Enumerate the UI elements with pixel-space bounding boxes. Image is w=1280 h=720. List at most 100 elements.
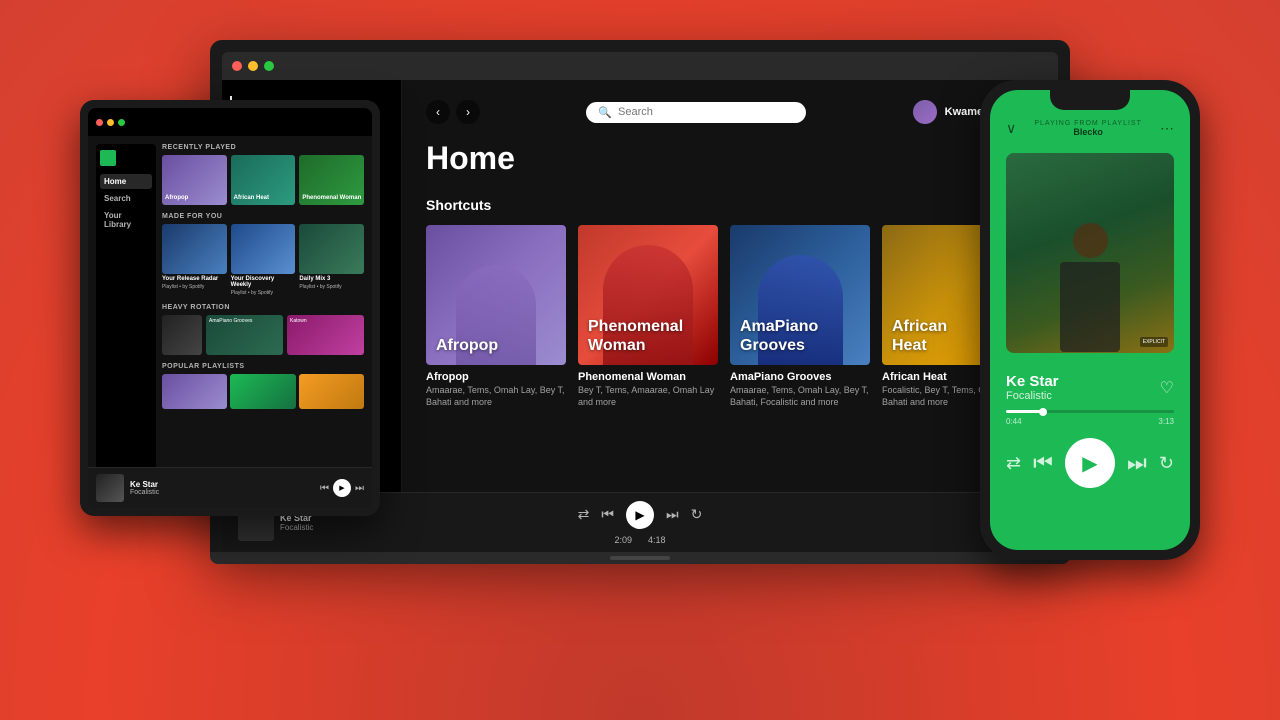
card-subtitle-amapiano: Amaarae, Tems, Omah Lay, Bey T, Bahati, … bbox=[730, 385, 870, 408]
phone-next-button[interactable]: ⏭ bbox=[1127, 450, 1147, 476]
phone-controls: ⇄ ⏮ ▶ ⏭ ↻ bbox=[990, 426, 1190, 500]
tablet-nav-search[interactable]: Search bbox=[100, 191, 152, 206]
cards-grid: Afropop Afropop Amaarae, Tems, Omah Lay,… bbox=[426, 225, 1034, 408]
card-amapiano[interactable]: AmaPianoGrooves AmaPiano Grooves Amaarae… bbox=[730, 225, 870, 408]
tablet-card-label-phenomenal: Phenomenal Woman bbox=[302, 195, 361, 202]
prev-button[interactable]: ⏮ bbox=[601, 506, 614, 523]
card-title-amapiano: AmaPiano Grooves bbox=[730, 371, 870, 383]
phone-playlist-label: Blecko bbox=[1034, 127, 1142, 137]
tablet-hr-amapiano[interactable]: AmaPiano Grooves bbox=[206, 315, 283, 355]
total-time: 4:18 bbox=[648, 535, 666, 545]
scene: Home Browse Radio YOUR LIBRARY ‹ › bbox=[50, 20, 1230, 700]
phone-album-art: EXPLICIT bbox=[1006, 153, 1174, 353]
tablet-play-button[interactable]: ▶ bbox=[333, 479, 351, 497]
tablet-player: Ke Star Focalistic ⏮ ▶ ⏭ bbox=[88, 467, 372, 508]
tablet-made-for-you-title: Made for You bbox=[162, 213, 364, 220]
page-title: Home bbox=[426, 140, 1034, 177]
tablet-pop-2[interactable] bbox=[230, 374, 295, 409]
search-bar: 🔍 bbox=[586, 102, 806, 123]
tablet-prev-icon[interactable]: ⏮ bbox=[320, 483, 329, 494]
card-subtitle-phenomenal: Bey T, Tems, Amaarae, Omah Lay and more bbox=[578, 385, 718, 408]
back-button[interactable]: ‹ bbox=[426, 100, 450, 124]
card-overlay-amapiano: AmaPianoGrooves bbox=[740, 317, 818, 355]
play-button[interactable]: ▶ bbox=[626, 501, 654, 529]
main-content: ‹ › 🔍 Kwame Ikenye bbox=[402, 80, 1058, 492]
tablet-popular-playlists: Popular playlists bbox=[162, 363, 364, 370]
tablet-mfy-card-1[interactable]: Your Release Radar Playlist • by Spotify bbox=[162, 224, 227, 296]
phone-progress-bar[interactable] bbox=[1006, 410, 1174, 413]
tablet-device: Home Search Your Library Recently played… bbox=[80, 100, 380, 516]
tablet-mfy-sub-1: Playlist • by Spotify bbox=[162, 284, 227, 290]
tablet-nav-library[interactable]: Your Library bbox=[100, 208, 152, 232]
tablet-maximize[interactable] bbox=[118, 119, 125, 126]
minimize-button[interactable] bbox=[248, 61, 258, 71]
tablet-pop-1[interactable] bbox=[162, 374, 227, 409]
tablet-nav-home[interactable]: Home bbox=[100, 174, 152, 189]
now-playing-artist: Focalistic bbox=[280, 523, 313, 532]
search-input[interactable] bbox=[618, 106, 794, 118]
card-overlay-african: AfricanHeat bbox=[892, 317, 947, 355]
tablet-player-controls: ⏮ ▶ ⏭ bbox=[320, 479, 364, 497]
tablet-mfy-label-1: Your Release Radar bbox=[162, 276, 227, 282]
avatar bbox=[913, 100, 937, 124]
tablet-card-phenomenal[interactable]: Phenomenal Woman bbox=[299, 155, 364, 205]
album-sticker: EXPLICIT bbox=[1140, 337, 1168, 347]
tablet-player-artist: Focalistic bbox=[130, 489, 314, 496]
card-afropop[interactable]: Afropop Afropop Amaarae, Tems, Omah Lay,… bbox=[426, 225, 566, 408]
phone-progress-area: 0:44 3:13 bbox=[990, 410, 1190, 426]
tablet-player-art bbox=[96, 474, 124, 502]
tablet-heavy-rotation-title: Heavy rotation bbox=[162, 304, 364, 311]
phone-device: ∨ PLAYING FROM PLAYLIST Blecko ⋯ bbox=[980, 80, 1200, 560]
card-title-phenomenal: Phenomenal Woman bbox=[578, 371, 718, 383]
tablet-mfy-sub-3: Playlist • by Spotify bbox=[299, 284, 364, 290]
tablet-minimize[interactable] bbox=[107, 119, 114, 126]
tablet-pop-3[interactable] bbox=[299, 374, 364, 409]
next-button[interactable]: ⏭ bbox=[666, 506, 679, 523]
tablet-logo bbox=[100, 150, 116, 166]
forward-button[interactable]: › bbox=[456, 100, 480, 124]
nav-buttons: ‹ › bbox=[426, 100, 480, 124]
current-time: 2:09 bbox=[614, 535, 632, 545]
tablet-card-afropop[interactable]: Afropop bbox=[162, 155, 227, 205]
tablet-mfy-card-3[interactable]: Daily Mix 3 Playlist • by Spotify bbox=[299, 224, 364, 296]
tablet-hr-player[interactable] bbox=[162, 315, 202, 355]
tablet-mfy-label-3: Daily Mix 3 bbox=[299, 276, 364, 282]
phone-play-button[interactable]: ▶ bbox=[1065, 438, 1115, 488]
tablet-card-label-african: African Heat bbox=[234, 195, 269, 202]
phone-current-time: 0:44 bbox=[1006, 417, 1022, 426]
shortcuts-title: Shortcuts bbox=[426, 197, 1034, 213]
tablet-hr-katown[interactable]: Katown bbox=[287, 315, 364, 355]
phone-repeat-button[interactable]: ↻ bbox=[1159, 453, 1174, 474]
titlebar bbox=[222, 52, 1058, 80]
phone-track-info: Ke Star Focalistic ♡ bbox=[990, 361, 1190, 410]
tablet-mfy-card-2[interactable]: Your Discovery Weekly Playlist • by Spot… bbox=[231, 224, 296, 296]
tablet-close[interactable] bbox=[96, 119, 103, 126]
phone-heart-icon[interactable]: ♡ bbox=[1160, 378, 1174, 398]
tablet-card-african[interactable]: African Heat bbox=[231, 155, 296, 205]
phone-track-title: Ke Star bbox=[1006, 373, 1059, 390]
maximize-button[interactable] bbox=[264, 61, 274, 71]
tablet-player-title: Ke Star bbox=[130, 480, 314, 489]
search-icon: 🔍 bbox=[598, 106, 612, 119]
tablet-sidebar: Home Search Your Library bbox=[96, 144, 156, 500]
shuffle-button[interactable]: ⇄ bbox=[578, 506, 590, 523]
card-phenomenal[interactable]: PhenomenalWoman Phenomenal Woman Bey T, … bbox=[578, 225, 718, 408]
repeat-button[interactable]: ↻ bbox=[691, 506, 703, 523]
phone-chevron-down-icon[interactable]: ∨ bbox=[1006, 120, 1016, 137]
tablet-mfy-label-2: Your Discovery Weekly bbox=[231, 276, 296, 288]
card-overlay-afropop: Afropop bbox=[436, 336, 498, 355]
phone-track-artist: Focalistic bbox=[1006, 390, 1059, 402]
phone-shuffle-button[interactable]: ⇄ bbox=[1006, 453, 1021, 474]
phone-prev-button[interactable]: ⏮ bbox=[1033, 450, 1053, 476]
main-header: ‹ › 🔍 Kwame Ikenye bbox=[426, 100, 1034, 124]
tablet-next-icon[interactable]: ⏭ bbox=[355, 483, 364, 494]
tablet-card-label-afropop: Afropop bbox=[165, 195, 188, 202]
tablet-recently-played-title: Recently played bbox=[162, 144, 364, 151]
tablet-header bbox=[88, 108, 372, 136]
phone-total-time: 3:13 bbox=[1158, 417, 1174, 426]
card-title-afropop: Afropop bbox=[426, 371, 566, 383]
close-button[interactable] bbox=[232, 61, 242, 71]
phone-menu-icon[interactable]: ⋯ bbox=[1160, 120, 1174, 137]
card-overlay-phenomenal: PhenomenalWoman bbox=[588, 317, 683, 355]
tablet-mfy-sub-2: Playlist • by Spotify bbox=[231, 290, 296, 296]
